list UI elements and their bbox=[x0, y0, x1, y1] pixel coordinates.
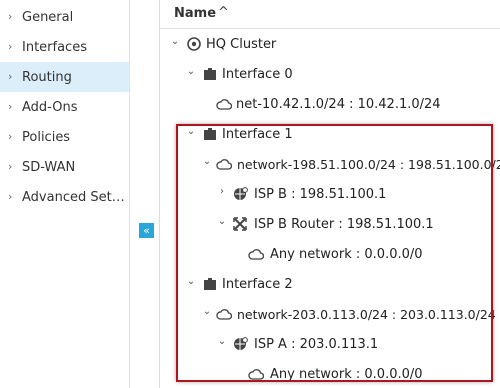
interface-icon bbox=[204, 128, 216, 140]
chevron-down-icon[interactable]: ⌄ bbox=[186, 66, 196, 77]
column-header[interactable]: Name ^ bbox=[160, 0, 500, 29]
sidebar-item-label: Advanced Setti... bbox=[22, 189, 127, 205]
isp-globe-icon bbox=[234, 187, 248, 200]
tree-node-any-network[interactable]: Any network : 0.0.0.0/0 bbox=[246, 365, 486, 385]
tree-node-network[interactable]: net-10.42.1.0/24 : 10.42.1.0/24 bbox=[214, 95, 494, 115]
sidebar-item-label: Interfaces bbox=[22, 39, 87, 55]
sidebar-item-policies[interactable]: › Policies bbox=[0, 122, 129, 152]
sidebar-item-general[interactable]: › General bbox=[0, 2, 129, 32]
sort-ascending-icon[interactable]: ^ bbox=[218, 5, 229, 20]
chevron-right-icon: › bbox=[8, 40, 13, 53]
sidebar-item-advanced-settings[interactable]: › Advanced Setti... bbox=[0, 182, 129, 212]
chevron-right-icon: › bbox=[8, 70, 13, 83]
sidebar-item-interfaces[interactable]: › Interfaces bbox=[0, 32, 129, 62]
column-title-name: Name bbox=[174, 6, 217, 21]
sidebar-item-label: General bbox=[22, 9, 74, 25]
cloud-icon bbox=[216, 309, 232, 320]
tree-node-network[interactable]: ⌄ network-203.0.113.0/24 : 203.0.113.0/2… bbox=[202, 305, 496, 325]
chevron-down-icon[interactable]: ⌄ bbox=[186, 126, 196, 137]
sidebar-item-sd-wan[interactable]: › SD-WAN bbox=[0, 152, 129, 182]
sidebar-item-label: Add-Ons bbox=[22, 99, 78, 115]
router-icon bbox=[233, 217, 247, 231]
chevron-right-icon[interactable]: › bbox=[217, 186, 227, 197]
tree-node-interface-0[interactable]: ⌄ Interface 0 bbox=[186, 65, 486, 85]
tree-node-label: ISP B Router : 198.51.100.1 bbox=[254, 217, 434, 232]
sidebar-item-label: Routing bbox=[22, 69, 72, 85]
tree-node-label: Interface 0 bbox=[222, 67, 293, 82]
chevron-right-icon: › bbox=[8, 160, 13, 173]
chevron-right-icon: › bbox=[8, 190, 13, 203]
tree-node-label: HQ Cluster bbox=[206, 37, 277, 52]
interface-icon bbox=[204, 278, 216, 290]
tree-node-interface-2[interactable]: ⌄ Interface 2 bbox=[186, 275, 486, 295]
tree-node-isp-b[interactable]: › ISP B : 198.51.100.1 bbox=[217, 185, 487, 205]
tree-node-isp-a[interactable]: ⌄ ISP A : 203.0.113.1 bbox=[217, 335, 487, 355]
chevron-down-icon[interactable]: ⌄ bbox=[217, 216, 227, 227]
sidebar-item-label: Policies bbox=[22, 129, 71, 145]
chevron-right-icon: › bbox=[8, 130, 13, 143]
cloud-icon bbox=[216, 99, 232, 110]
chevron-down-icon[interactable]: ⌄ bbox=[186, 276, 196, 287]
cluster-icon bbox=[187, 37, 201, 51]
sidebar: › General › Interfaces › Routing › Add-O… bbox=[0, 0, 130, 388]
cloud-icon bbox=[248, 369, 264, 380]
chevron-down-icon[interactable]: ⌄ bbox=[202, 306, 212, 317]
chevron-down-icon[interactable]: ⌄ bbox=[170, 36, 180, 47]
isp-globe-icon bbox=[234, 337, 248, 350]
tree-node-label: ISP A : 203.0.113.1 bbox=[254, 337, 379, 352]
collapse-sidebar-button[interactable]: « bbox=[139, 223, 154, 238]
sidebar-item-label: SD-WAN bbox=[22, 159, 76, 175]
sidebar-item-add-ons[interactable]: › Add-Ons bbox=[0, 92, 129, 122]
tree-node-label: Interface 2 bbox=[222, 277, 293, 292]
chevron-right-icon: › bbox=[8, 10, 13, 23]
interface-icon bbox=[204, 68, 216, 80]
cloud-icon bbox=[216, 159, 232, 170]
tree-node-label: net-10.42.1.0/24 : 10.42.1.0/24 bbox=[236, 97, 441, 112]
chevron-right-icon: › bbox=[8, 100, 13, 113]
tree-node-label: network-198.51.100.0/24 : 198.51.100.0/2… bbox=[237, 157, 500, 172]
tree-node-label: Any network : 0.0.0.0/0 bbox=[270, 367, 423, 382]
tree-node-label: ISP B : 198.51.100.1 bbox=[254, 187, 387, 202]
tree-node-label: Any network : 0.0.0.0/0 bbox=[270, 247, 423, 262]
tree-node-interface-1[interactable]: ⌄ Interface 1 bbox=[186, 125, 486, 145]
chevron-down-icon[interactable]: ⌄ bbox=[202, 156, 212, 167]
panel-gutter bbox=[130, 0, 159, 388]
tree-node-label: Interface 1 bbox=[222, 127, 293, 142]
tree-node-network[interactable]: ⌄ network-198.51.100.0/24 : 198.51.100.0… bbox=[202, 155, 500, 175]
chevron-down-icon[interactable]: ⌄ bbox=[217, 336, 227, 347]
sidebar-item-routing[interactable]: › Routing bbox=[0, 62, 129, 92]
tree-node-isp-b-router[interactable]: ⌄ ISP B Router : 198.51.100.1 bbox=[217, 215, 487, 235]
tree-node-any-network[interactable]: Any network : 0.0.0.0/0 bbox=[246, 245, 486, 265]
tree-node-label: network-203.0.113.0/24 : 203.0.113.0/24 bbox=[237, 307, 496, 322]
tree-node-hq-cluster[interactable]: ⌄ HQ Cluster bbox=[170, 35, 490, 55]
cloud-icon bbox=[248, 249, 264, 260]
